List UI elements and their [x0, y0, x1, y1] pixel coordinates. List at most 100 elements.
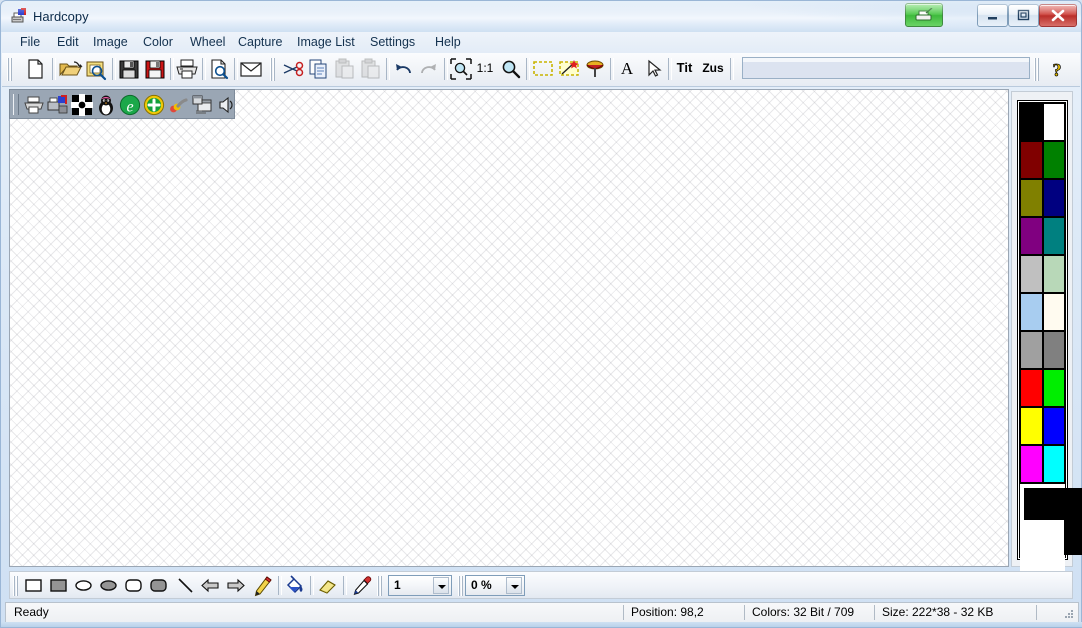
chevron-down-icon[interactable] — [433, 577, 449, 594]
save-button[interactable] — [116, 56, 142, 82]
help-button[interactable]: ? — [1044, 56, 1070, 82]
capture-window-button[interactable] — [190, 93, 214, 117]
paste-button[interactable] — [332, 56, 358, 82]
color-picker-button[interactable] — [350, 574, 373, 597]
undo-button[interactable] — [390, 56, 416, 82]
pencil-button[interactable] — [251, 574, 274, 597]
title-tool-button[interactable]: Tit — [672, 56, 697, 82]
swatch-navy[interactable] — [1043, 179, 1066, 217]
float-toolbar-grip[interactable] — [13, 94, 19, 115]
swatch-pale-green[interactable] — [1043, 255, 1066, 293]
drawing-toolbar-grip[interactable] — [13, 576, 19, 596]
redo-button[interactable] — [416, 56, 442, 82]
eraser-button[interactable] — [316, 574, 339, 597]
palette-row — [1020, 103, 1065, 141]
zoom-actual-size-button[interactable]: 1:1 — [474, 56, 496, 82]
print-preview-button[interactable] — [206, 56, 232, 82]
copy-button[interactable] — [306, 56, 332, 82]
line-button[interactable] — [174, 574, 197, 597]
capture-browser-button[interactable]: e — [118, 93, 142, 117]
swatch-purple[interactable] — [1020, 217, 1043, 255]
maximize-icon — [1009, 5, 1038, 26]
menu-help[interactable]: Help — [427, 32, 469, 53]
swatch-red[interactable] — [1020, 369, 1043, 407]
swatch-olive[interactable] — [1020, 179, 1043, 217]
close-button[interactable] — [1039, 4, 1077, 27]
menu-wheel[interactable]: Wheel — [182, 32, 233, 53]
select-region-button[interactable] — [556, 56, 582, 82]
menu-capture[interactable]: Capture — [230, 32, 290, 53]
capture-sound-button[interactable] — [214, 93, 238, 117]
menu-edit[interactable]: Edit — [49, 32, 87, 53]
ellipse-outline-button[interactable] — [72, 574, 95, 597]
fit-to-window-button[interactable] — [448, 56, 474, 82]
ellipse-filled-button[interactable] — [97, 574, 120, 597]
swatch-teal[interactable] — [1043, 217, 1066, 255]
save-as-button[interactable] — [142, 56, 168, 82]
new-document-button[interactable] — [22, 56, 48, 82]
cut-button[interactable] — [280, 56, 306, 82]
maximize-button[interactable] — [1008, 4, 1039, 27]
toolbar-grip[interactable] — [1034, 58, 1040, 81]
capture-screen-button[interactable] — [46, 93, 70, 117]
swatch-blue[interactable] — [1043, 407, 1066, 445]
pointer-tool-button[interactable] — [640, 56, 666, 82]
toolbar-grip[interactable] — [7, 58, 13, 81]
drawing-toolbar: 1 0 % — [9, 571, 1073, 599]
toolbar-separator — [730, 58, 734, 80]
swatch-cyan[interactable] — [1043, 445, 1066, 483]
image-canvas[interactable] — [9, 89, 1009, 567]
line-width-select[interactable]: 1 — [388, 575, 452, 596]
swatch-yellow[interactable] — [1020, 407, 1043, 445]
send-mail-button[interactable] — [238, 56, 264, 82]
text-tool-button[interactable]: A — [614, 56, 640, 82]
rect-outline-button[interactable] — [22, 574, 45, 597]
open-file-button[interactable] — [57, 56, 83, 82]
menu-color[interactable]: Color — [135, 32, 181, 53]
print-button[interactable] — [174, 56, 200, 82]
capture-penguin-button[interactable] — [94, 93, 118, 117]
transparency-select[interactable]: 0 % — [465, 575, 525, 596]
menu-image[interactable]: Image — [85, 32, 136, 53]
zoom-button[interactable] — [498, 56, 524, 82]
swatch-ivory[interactable] — [1043, 293, 1066, 331]
drawing-toolbar-grip[interactable] — [458, 576, 464, 596]
drawing-toolbar-grip[interactable] — [377, 576, 383, 596]
menu-image-list[interactable]: Image List — [289, 32, 363, 53]
capture-link-button[interactable] — [166, 93, 190, 117]
capture-printer-button[interactable] — [22, 93, 46, 117]
toolbar-grip[interactable] — [270, 58, 276, 81]
swatch-black[interactable] — [1020, 103, 1043, 141]
titlebar-capture-button[interactable] — [905, 3, 943, 27]
swatch-magenta[interactable] — [1020, 445, 1043, 483]
open-preview-button[interactable] — [83, 56, 109, 82]
swatch-dark-grey[interactable] — [1043, 331, 1066, 369]
capture-float-toolbar[interactable]: e — [9, 89, 235, 119]
swatch-lime[interactable] — [1043, 369, 1066, 407]
rect-filled-button[interactable] — [47, 574, 70, 597]
fill-bucket-button[interactable] — [283, 574, 306, 597]
menu-file[interactable]: File — [12, 32, 48, 53]
toolbar-text-field[interactable] — [742, 57, 1030, 79]
menu-settings[interactable]: Settings — [362, 32, 423, 53]
swatch-white[interactable] — [1043, 103, 1066, 141]
color-palette[interactable] — [1017, 100, 1068, 560]
arrow-right-button[interactable] — [224, 574, 247, 597]
rounded-rect-filled-button[interactable] — [147, 574, 170, 597]
swatch-maroon[interactable] — [1020, 141, 1043, 179]
select-rectangle-button[interactable] — [530, 56, 556, 82]
zus-tool-button[interactable]: Zus — [699, 56, 727, 82]
swatch-light-blue[interactable] — [1020, 293, 1043, 331]
capture-region-button[interactable] — [70, 93, 94, 117]
stamp-tool-button[interactable] — [582, 56, 608, 82]
capture-plus-button[interactable] — [142, 93, 166, 117]
swatch-green[interactable] — [1043, 141, 1066, 179]
resize-grip[interactable] — [1063, 608, 1076, 621]
rounded-rect-outline-button[interactable] — [122, 574, 145, 597]
arrow-left-button[interactable] — [199, 574, 222, 597]
minimize-button[interactable] — [977, 4, 1008, 27]
chevron-down-icon[interactable] — [506, 577, 522, 594]
swatch-silver[interactable] — [1020, 255, 1043, 293]
paste-special-button[interactable] — [358, 56, 384, 82]
swatch-grey[interactable] — [1020, 331, 1043, 369]
